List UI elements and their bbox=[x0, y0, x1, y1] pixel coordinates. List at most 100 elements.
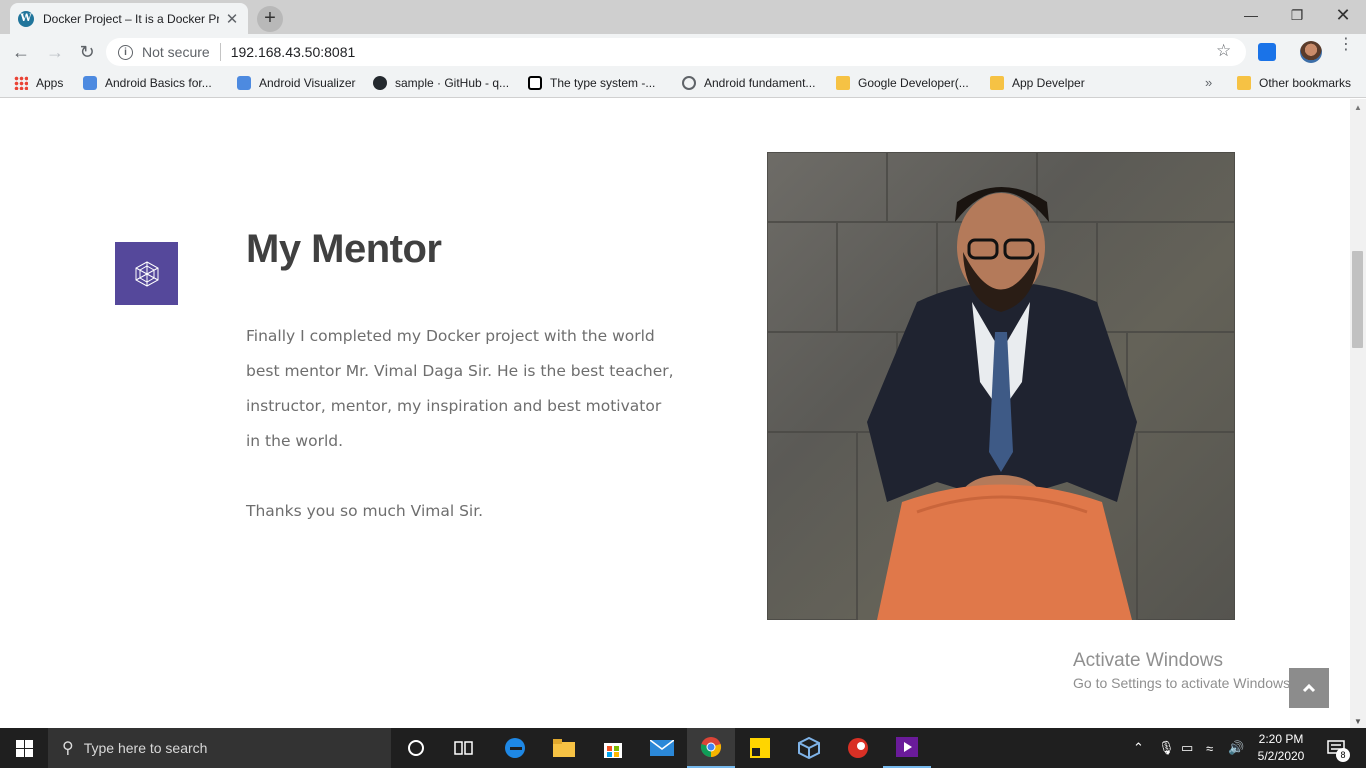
wordpress-icon: W bbox=[18, 10, 34, 27]
battery-icon[interactable]: ▭ bbox=[1181, 728, 1193, 768]
bookmark-app-develper[interactable]: App Develper bbox=[990, 76, 1085, 90]
bookmark-label: Other bookmarks bbox=[1259, 76, 1352, 90]
taskbar-search-box[interactable]: ⚲ Type here to search bbox=[48, 728, 391, 768]
bookmark-label: Apps bbox=[36, 76, 64, 90]
action-center-button[interactable]: 8 bbox=[1316, 728, 1356, 768]
bookmark-type-system[interactable]: The type system -... bbox=[528, 76, 655, 90]
bookmark-android-visualizer[interactable]: Android Visualizer bbox=[237, 76, 356, 90]
address-bar[interactable]: i Not secure 192.168.43.50:8081 bbox=[106, 38, 1246, 66]
taskbar-app-red[interactable] bbox=[834, 728, 882, 768]
back-icon[interactable]: ← bbox=[8, 40, 34, 64]
bookmark-android-basics[interactable]: Android Basics for... bbox=[83, 76, 212, 90]
taskbar-media-player[interactable] bbox=[883, 728, 931, 768]
scroll-down-arrow-icon[interactable]: ▼ bbox=[1354, 717, 1362, 726]
windows-logo-icon bbox=[15, 739, 33, 757]
mentor-photo-image bbox=[767, 152, 1235, 620]
taskbar-sticky-notes[interactable] bbox=[736, 728, 784, 768]
menu-kebab-icon[interactable]: ⋮ bbox=[1338, 37, 1354, 53]
task-view-button[interactable] bbox=[440, 728, 488, 768]
bookmark-github-sample[interactable]: sample · GitHub - q... bbox=[373, 76, 509, 90]
wifi-icon[interactable]: ≈ bbox=[1206, 728, 1213, 768]
minimize-icon[interactable]: — bbox=[1228, 0, 1274, 30]
close-window-icon[interactable]: ✕ bbox=[1320, 0, 1366, 30]
volume-icon[interactable]: 🔊 bbox=[1228, 728, 1244, 768]
taskbar-store[interactable] bbox=[589, 728, 637, 768]
taskbar-edge[interactable] bbox=[491, 728, 539, 768]
new-tab-button[interactable]: + bbox=[257, 6, 283, 32]
show-hidden-icons[interactable]: ⌃ bbox=[1133, 728, 1144, 768]
sticky-notes-icon bbox=[750, 738, 770, 758]
taskbar-clock[interactable]: 2:20 PM 5/2/2020 bbox=[1252, 731, 1310, 765]
tab-title: Docker Project – It is a Docker Pr bbox=[43, 11, 219, 26]
microphone-icon[interactable]: 🎙 bbox=[1158, 728, 1175, 768]
apps-grid-icon bbox=[14, 76, 28, 90]
url-text[interactable]: 192.168.43.50:8081 bbox=[231, 44, 356, 60]
bookmark-label: The type system -... bbox=[550, 76, 656, 90]
taskbar-file-explorer[interactable] bbox=[540, 728, 588, 768]
notification-count-badge: 8 bbox=[1336, 748, 1350, 762]
bookmark-label: Android Basics for... bbox=[105, 76, 212, 90]
mentor-photo bbox=[767, 152, 1235, 620]
github-icon bbox=[373, 76, 387, 90]
folder-icon bbox=[990, 76, 1004, 90]
taskbar-chrome[interactable] bbox=[687, 728, 735, 768]
profile-avatar[interactable] bbox=[1300, 41, 1322, 63]
scroll-up-arrow-icon[interactable]: ▲ bbox=[1354, 103, 1362, 112]
search-placeholder: Type here to search bbox=[83, 740, 208, 756]
forward-icon[interactable]: → bbox=[42, 40, 68, 64]
bookmark-google-developer[interactable]: Google Developer(... bbox=[836, 76, 969, 90]
bookmark-label: Google Developer(... bbox=[858, 76, 969, 90]
page-viewport: My Mentor Finally I completed my Docker … bbox=[0, 99, 1350, 728]
bookmark-other[interactable]: Other bookmarks bbox=[1237, 76, 1351, 90]
restore-icon[interactable]: ❐ bbox=[1274, 0, 1320, 30]
bookmark-label: sample · GitHub - q... bbox=[395, 76, 510, 90]
more-bookmarks-icon[interactable]: » bbox=[1205, 75, 1212, 90]
activate-windows-watermark: Activate Windows Go to Settings to activ… bbox=[1073, 650, 1294, 691]
clock-time: 2:20 PM bbox=[1258, 732, 1304, 746]
notion-icon bbox=[528, 76, 542, 90]
scroll-to-top-button[interactable] bbox=[1289, 668, 1329, 708]
windows-taskbar: ⚲ Type here to search ⌃ 🎙 ▭ ≈ 🔊 2:20 PM … bbox=[0, 728, 1366, 768]
red-app-icon bbox=[848, 738, 868, 758]
scrollbar-thumb[interactable] bbox=[1352, 251, 1363, 348]
extension-icon[interactable] bbox=[1258, 43, 1276, 61]
omnibox-divider bbox=[219, 43, 221, 61]
browser-tab[interactable]: W Docker Project – It is a Docker Pr ✕ bbox=[10, 3, 248, 34]
taskbar-mail[interactable] bbox=[638, 728, 686, 768]
media-player-icon bbox=[896, 737, 918, 757]
geometric-logo-icon bbox=[135, 260, 158, 287]
start-button[interactable] bbox=[0, 728, 48, 768]
bookmark-label: App Develper bbox=[1012, 76, 1085, 90]
section-icon-box bbox=[115, 242, 178, 305]
folder-icon bbox=[553, 739, 575, 757]
bookmark-label: Android Visualizer bbox=[259, 76, 356, 90]
store-bag-icon bbox=[604, 743, 622, 758]
tab-strip: W Docker Project – It is a Docker Pr ✕ +… bbox=[0, 0, 1366, 34]
reload-icon[interactable]: ↻ bbox=[74, 40, 100, 64]
chrome-icon bbox=[700, 737, 722, 758]
bookmark-android-fundamentals[interactable]: Android fundament... bbox=[682, 76, 815, 90]
chevron-up-icon bbox=[1302, 683, 1316, 693]
mentor-paragraph: Finally I completed my Docker project wi… bbox=[246, 327, 674, 450]
edge-icon bbox=[505, 738, 525, 758]
android-icon bbox=[237, 76, 251, 90]
page-title: My Mentor bbox=[246, 227, 442, 271]
thanks-text: Thanks you so much Vimal Sir. bbox=[246, 502, 484, 520]
security-label: Not secure bbox=[142, 44, 210, 60]
task-view-icon bbox=[454, 741, 473, 755]
bookmarks-bar: Apps Android Basics for... Android Visua… bbox=[0, 70, 1366, 98]
taskbar-virtualbox[interactable] bbox=[785, 728, 833, 768]
bookmark-apps[interactable]: Apps bbox=[14, 76, 63, 90]
folder-icon bbox=[836, 76, 850, 90]
close-tab-icon[interactable]: ✕ bbox=[224, 10, 240, 28]
clock-date: 5/2/2020 bbox=[1257, 749, 1305, 763]
android-icon bbox=[83, 76, 97, 90]
bookmark-label: Android fundament... bbox=[704, 76, 816, 90]
page-scrollbar[interactable]: ▲ ▼ bbox=[1350, 99, 1366, 728]
bookmark-star-icon[interactable]: ☆ bbox=[1216, 41, 1231, 61]
browser-toolbar: ← → ↻ i Not secure 192.168.43.50:8081 ☆ … bbox=[0, 34, 1366, 70]
info-icon[interactable]: i bbox=[118, 44, 133, 60]
folder-icon bbox=[1237, 76, 1251, 90]
cortana-button[interactable] bbox=[392, 728, 440, 768]
globe-icon bbox=[682, 76, 696, 90]
